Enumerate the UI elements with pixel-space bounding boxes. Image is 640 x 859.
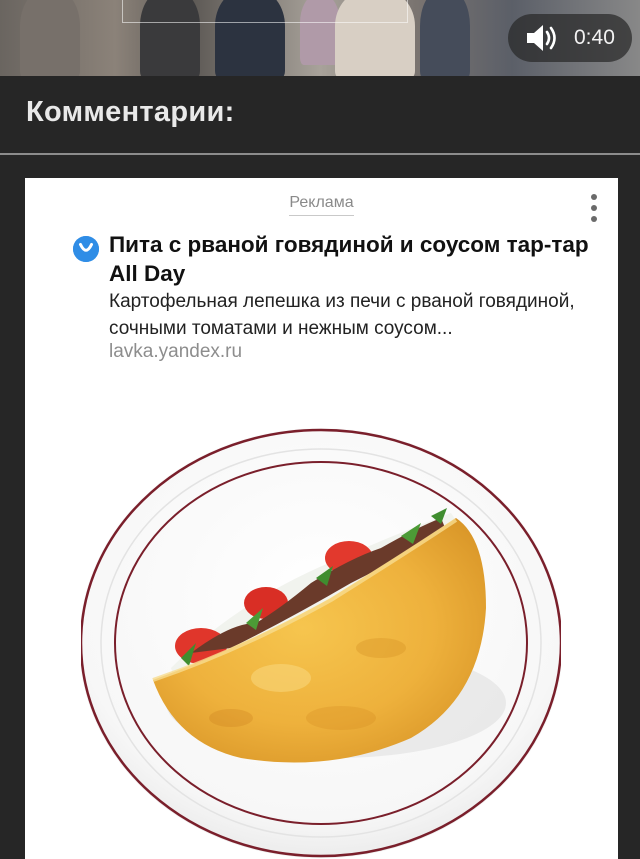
video-player[interactable]: 0:40 bbox=[0, 0, 640, 76]
ad-label: Реклама bbox=[25, 194, 618, 216]
video-time: 0:40 bbox=[574, 26, 615, 49]
pita-on-plate-image[interactable] bbox=[79, 418, 563, 858]
yandex-lavka-badge-icon bbox=[73, 236, 99, 262]
ad-description[interactable]: Картофельная лепешка из печи с рваной го… bbox=[109, 288, 609, 342]
ad-domain-link[interactable]: lavka.yandex.ru bbox=[109, 341, 242, 363]
ad-title[interactable]: Пита с рваной говядиной и соусом тар-тар… bbox=[109, 230, 609, 288]
ad-label-text: Реклама bbox=[289, 194, 354, 216]
volume-control[interactable]: 0:40 bbox=[508, 14, 632, 62]
speaker-icon[interactable] bbox=[524, 23, 560, 53]
page: 0:40 Комментарии: Реклама Пита с рваной … bbox=[0, 0, 640, 859]
ad-card[interactable]: Реклама Пита с рваной говядиной и соусом… bbox=[25, 178, 618, 859]
comments-heading: Комментарии: bbox=[26, 96, 235, 128]
video-frame-guide bbox=[122, 0, 408, 23]
divider bbox=[0, 153, 640, 155]
more-vertical-icon[interactable] bbox=[590, 194, 598, 226]
